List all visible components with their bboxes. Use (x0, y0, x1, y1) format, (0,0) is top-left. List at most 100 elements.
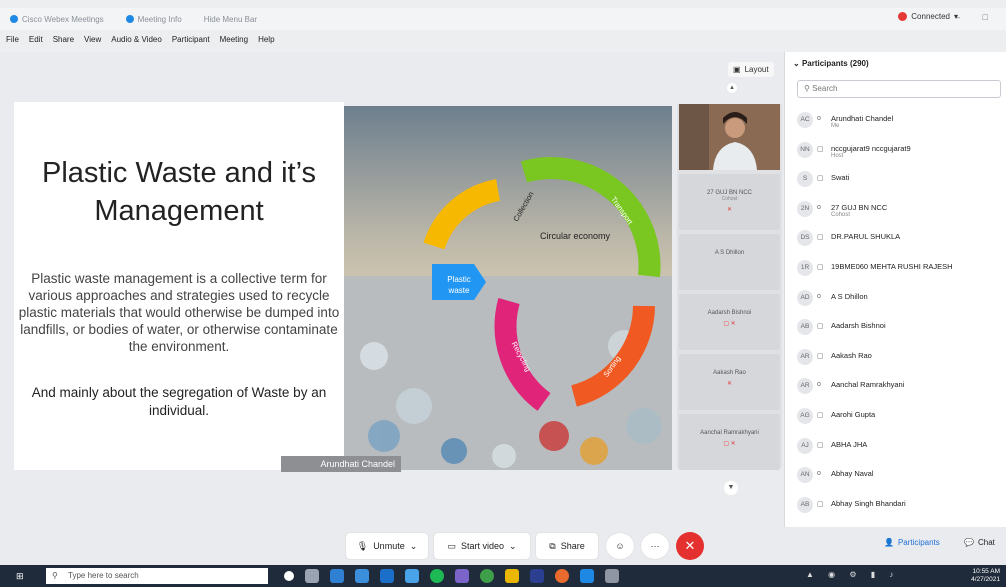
tab-label: Meeting Info (137, 14, 182, 24)
app-tab[interactable]: Cisco Webex Meetings (10, 15, 104, 24)
avatar: AB (797, 319, 813, 336)
participant-row[interactable]: AR o Aanchal Ramrakhyani (797, 376, 1003, 404)
menu-meeting[interactable]: Meeting (220, 35, 248, 44)
chat-button[interactable]: 💬 Chat (964, 538, 995, 547)
participant-name: ABHA JHA (831, 439, 868, 449)
chrome-icon[interactable] (480, 569, 494, 583)
clock-date: 4/27/2021 (971, 576, 1000, 583)
edge-icon[interactable] (380, 569, 394, 583)
menu-bar: File Edit Share View Audio & Video Parti… (6, 35, 275, 44)
video-tile[interactable]: Aadarsh Bishnoi ▢ ✕ (679, 294, 780, 350)
flash-icon[interactable] (505, 569, 519, 583)
search-icon: ⚲ (52, 571, 58, 580)
people-icon: 👤 (884, 538, 894, 547)
spotify-icon[interactable] (430, 569, 444, 583)
participant-name: Aadarsh Bishnoi (831, 321, 886, 331)
muted-mic-icon: ✕ (726, 207, 733, 213)
tab-label: Cisco Webex Meetings (22, 14, 104, 24)
menu-help[interactable]: Help (258, 35, 274, 44)
share-label: Share (560, 541, 585, 551)
participant-row[interactable]: AJ ▢ ABHA JHA (797, 436, 1003, 464)
menu-view[interactable]: View (84, 35, 101, 44)
participants-count: Participants (290) (801, 59, 869, 68)
video-tile[interactable]: Aakash Rao ✕ (679, 354, 780, 410)
participant-row[interactable]: AN o Abhay Naval (797, 465, 1003, 493)
participant-info: Arundhati Chandel Me (831, 110, 893, 129)
participant-row[interactable]: AB ▢ Abhay Singh Bhandari (797, 495, 1003, 523)
window-controls[interactable]: – □ (955, 12, 998, 22)
menu-audio-video[interactable]: Audio & Video (111, 35, 162, 44)
tile-role: Cohost (721, 196, 738, 202)
participant-search-input[interactable]: ⚲ Search (797, 80, 1001, 98)
system-tray[interactable]: ▲ ◉ ⚙ ▮ ♪ (806, 570, 899, 579)
muted-mic-icon: o (817, 381, 821, 389)
avatar: AC (797, 112, 813, 128)
slide-body: Plastic waste management is a collective… (18, 271, 340, 354)
participant-row[interactable]: AR ▢ Aakash Rao (797, 347, 1003, 375)
status-dot-icon (898, 12, 908, 21)
participant-row[interactable]: AG ▢ Aarohi Gupta (797, 406, 1003, 434)
share-icon: ⧉ (549, 540, 556, 551)
hide-menu-tab[interactable]: Hide Menu Bar (204, 15, 257, 24)
menu-share[interactable]: Share (53, 35, 74, 44)
participants-header[interactable]: ⌄ Participants (290) (793, 59, 869, 68)
avatar: AR (797, 348, 813, 365)
share-button[interactable]: ⧉ Share (536, 533, 598, 559)
participant-name: Aanchal Ramrakhyani (831, 380, 905, 390)
menu-file[interactable]: File (6, 35, 19, 44)
video-tile[interactable]: 27 GUJ BN NCC Cohost ✕ (679, 174, 780, 230)
participant-row[interactable]: AC o Arundhati Chandel Me (797, 110, 1003, 138)
video-tile[interactable]: A S Dhillon (679, 234, 780, 290)
slide-title: Plastic Waste and it’s Management (42, 157, 316, 227)
avatar: 2N (797, 200, 813, 217)
photos-icon[interactable] (605, 569, 619, 583)
windows-start-icon[interactable]: ⊞ (16, 571, 26, 581)
participant-row[interactable]: 1R ▢ 19BME060 MEHTA RUSHI RAJESH (797, 258, 1003, 286)
self-video[interactable] (679, 104, 780, 170)
mail-icon[interactable] (355, 569, 369, 583)
menu-participant[interactable]: Participant (172, 35, 210, 44)
participant-row[interactable]: AB ▢ Aadarsh Bishnoi (797, 317, 1003, 345)
store-icon[interactable] (405, 569, 419, 583)
participant-row[interactable]: 2N o 27 GUJ BN NCC Cohost (797, 199, 1003, 227)
unmute-button[interactable]: 🎙 Unmute ⌄ (346, 533, 428, 559)
webex-taskbar-icon[interactable] (580, 569, 594, 583)
participant-row[interactable]: DS ▢ DR.PARUL SHUKLA (797, 228, 1003, 256)
cortana-icon[interactable] (284, 571, 294, 581)
participant-row[interactable]: S ▢ Swati (797, 169, 1003, 197)
participant-info: Aanchal Ramrakhyani (831, 376, 904, 389)
reactions-button[interactable]: ☺ (606, 533, 634, 559)
mic-icon: 🎙 (356, 540, 369, 551)
more-options-button[interactable]: ··· (641, 533, 669, 559)
connection-status[interactable]: Connected ▾ (898, 12, 958, 21)
avatar: AR (797, 378, 813, 395)
after-effects-icon[interactable] (530, 569, 544, 583)
avatar: S (797, 171, 813, 188)
scroll-down-icon[interactable]: ▼ (724, 481, 738, 495)
explorer-icon[interactable] (330, 569, 344, 583)
tile-name: Aadarsh Bishnoi (707, 310, 752, 316)
participant-row[interactable]: NN ▢ nccgujarat9 nccgujarat9 Host (797, 140, 1003, 168)
start-video-button[interactable]: ▭ Start video ⌄ (434, 533, 530, 559)
participants-button[interactable]: 👤 Participants (884, 538, 940, 547)
scroll-up-icon[interactable]: ▲ (727, 83, 737, 93)
muted-mic-icon: ▢ (817, 264, 824, 271)
layout-label: Layout (744, 65, 769, 74)
layout-button[interactable]: ▣ Layout (728, 62, 774, 77)
firefox-icon[interactable] (555, 569, 569, 583)
clock[interactable]: 10:55 AM 4/27/2021 (971, 568, 1000, 584)
task-view-icon[interactable] (305, 569, 319, 583)
meeting-info-tab[interactable]: Meeting Info (125, 14, 182, 24)
participant-info: 19BME060 MEHTA RUSHI RAJESH (831, 258, 953, 271)
video-tile[interactable]: Aanchal Ramrakhyani ▢ ✕ (679, 414, 780, 470)
menu-edit[interactable]: Edit (29, 35, 43, 44)
search-icon: ⚲ (804, 84, 813, 93)
avatar: AB (797, 496, 813, 513)
leave-meeting-button[interactable]: ✕ (676, 532, 704, 560)
smiley-icon: ☺ (615, 541, 625, 551)
teams-icon[interactable] (455, 569, 469, 583)
participant-role: Cohost (831, 211, 851, 218)
taskbar-search-input[interactable]: ⚲ Type here to search (46, 568, 268, 584)
participant-row[interactable]: AD o A S Dhillon (797, 288, 1003, 316)
layout-icon: ▣ (733, 65, 741, 74)
